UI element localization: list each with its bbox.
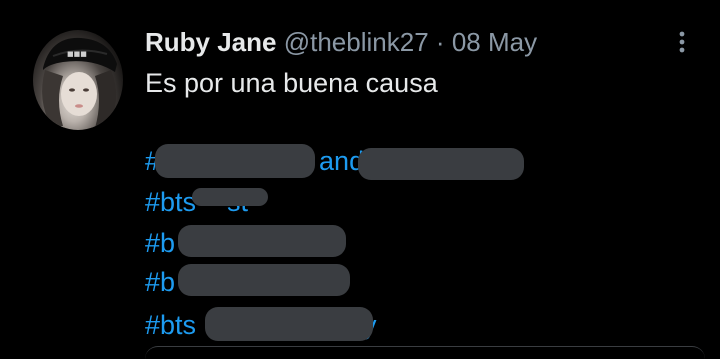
hashtag-start: #bts	[145, 187, 197, 217]
more-vertical-icon[interactable]	[672, 28, 692, 56]
redaction-bar	[155, 144, 315, 178]
redaction-bar	[205, 307, 373, 341]
avatar[interactable]: ■■■	[33, 30, 123, 130]
hashtag-link-3[interactable]: #b	[145, 227, 175, 259]
tweet-date[interactable]: 08 May	[452, 27, 537, 57]
hashtag-start: #b	[145, 228, 176, 258]
svg-text:■■■: ■■■	[67, 50, 87, 58]
header-separator: ·	[435, 27, 445, 57]
redaction-bar	[358, 148, 524, 180]
hashtag-start: #bts	[145, 310, 197, 340]
hashtag-start: #b	[145, 267, 176, 297]
tweet-text: Es por una buena causa	[145, 68, 438, 98]
redaction-bar	[192, 188, 268, 206]
author-name[interactable]: Ruby Jane	[145, 27, 277, 57]
avatar-photo: ■■■	[42, 37, 117, 128]
redaction-bar	[178, 264, 350, 296]
redaction-bar	[178, 225, 346, 257]
hashtag-link-4[interactable]: #b	[145, 266, 175, 298]
quoted-card-edge[interactable]	[145, 346, 705, 359]
tweet[interactable]: ■■■ Ruby Jane @theblink27 · 08 May Es po…	[0, 0, 720, 354]
tweet-header: Ruby Jane @theblink27 · 08 May	[145, 26, 537, 58]
author-handle[interactable]: @theblink27	[284, 27, 429, 57]
